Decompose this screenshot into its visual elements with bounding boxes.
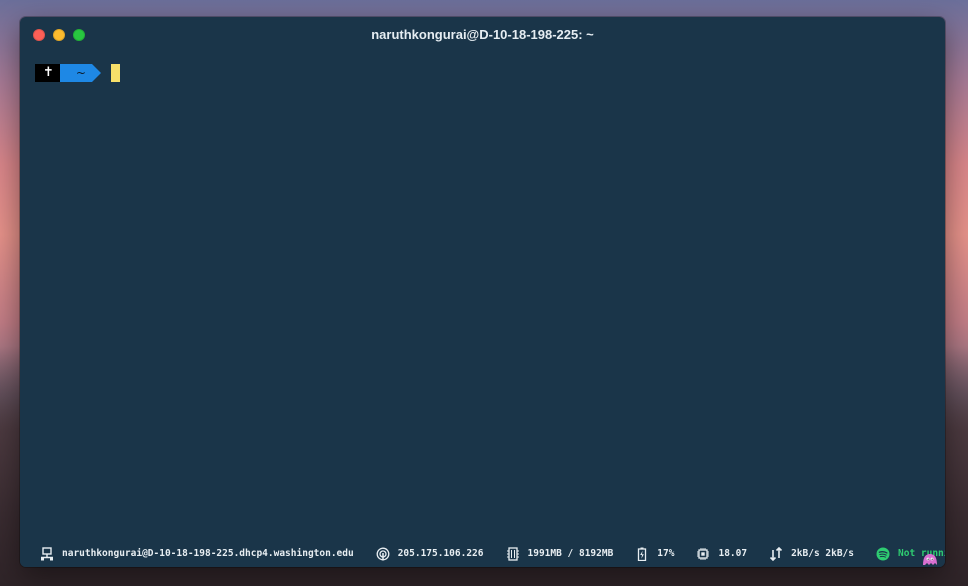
status-bar: naruthkongurai@D-10-18-198-225.dhcp4.was… (20, 540, 945, 567)
status-cpu: 18.07 (696, 547, 747, 561)
ip-text: 205.175.106.226 (397, 548, 484, 559)
spotify-icon (876, 547, 890, 560)
network-text: 2kB/s 2kB/s (791, 548, 854, 559)
title-bar[interactable]: naruthkongurai@D-10-18-198-225: ~ (20, 17, 945, 53)
status-network: 2kB/s 2kB/s (769, 546, 854, 561)
memory-icon (506, 546, 519, 561)
status-memory: 1991MB / 8192MB (506, 546, 614, 561)
prompt-user-segment: ✝ (35, 64, 69, 82)
cpu-icon (697, 547, 710, 560)
up-down-arrows-icon (770, 546, 783, 561)
network-host-icon (41, 546, 53, 560)
status-battery: 17% (635, 547, 674, 561)
host-text: naruthkongurai@D-10-18-198-225.dhcp4.was… (62, 548, 354, 559)
broadcast-icon (376, 547, 390, 560)
battery-text: 17% (657, 548, 675, 559)
window-title: naruthkongurai@D-10-18-198-225: ~ (371, 27, 594, 42)
text-cursor (110, 64, 120, 82)
octopus-mascot-icon (923, 554, 937, 565)
shell-prompt[interactable]: ✝ ~ (35, 64, 120, 82)
battery-charging-icon (638, 547, 647, 561)
prompt-directory-segment: ~ (59, 64, 102, 82)
terminal-window[interactable]: naruthkongurai@D-10-18-198-225: ~ ✝ ~ na… (20, 17, 945, 567)
cpu-text: 18.07 (718, 548, 748, 559)
status-ip: 205.175.106.226 (376, 547, 484, 561)
status-host: naruthkongurai@D-10-18-198-225.dhcp4.was… (40, 546, 354, 561)
memory-text: 1991MB / 8192MB (527, 548, 614, 559)
